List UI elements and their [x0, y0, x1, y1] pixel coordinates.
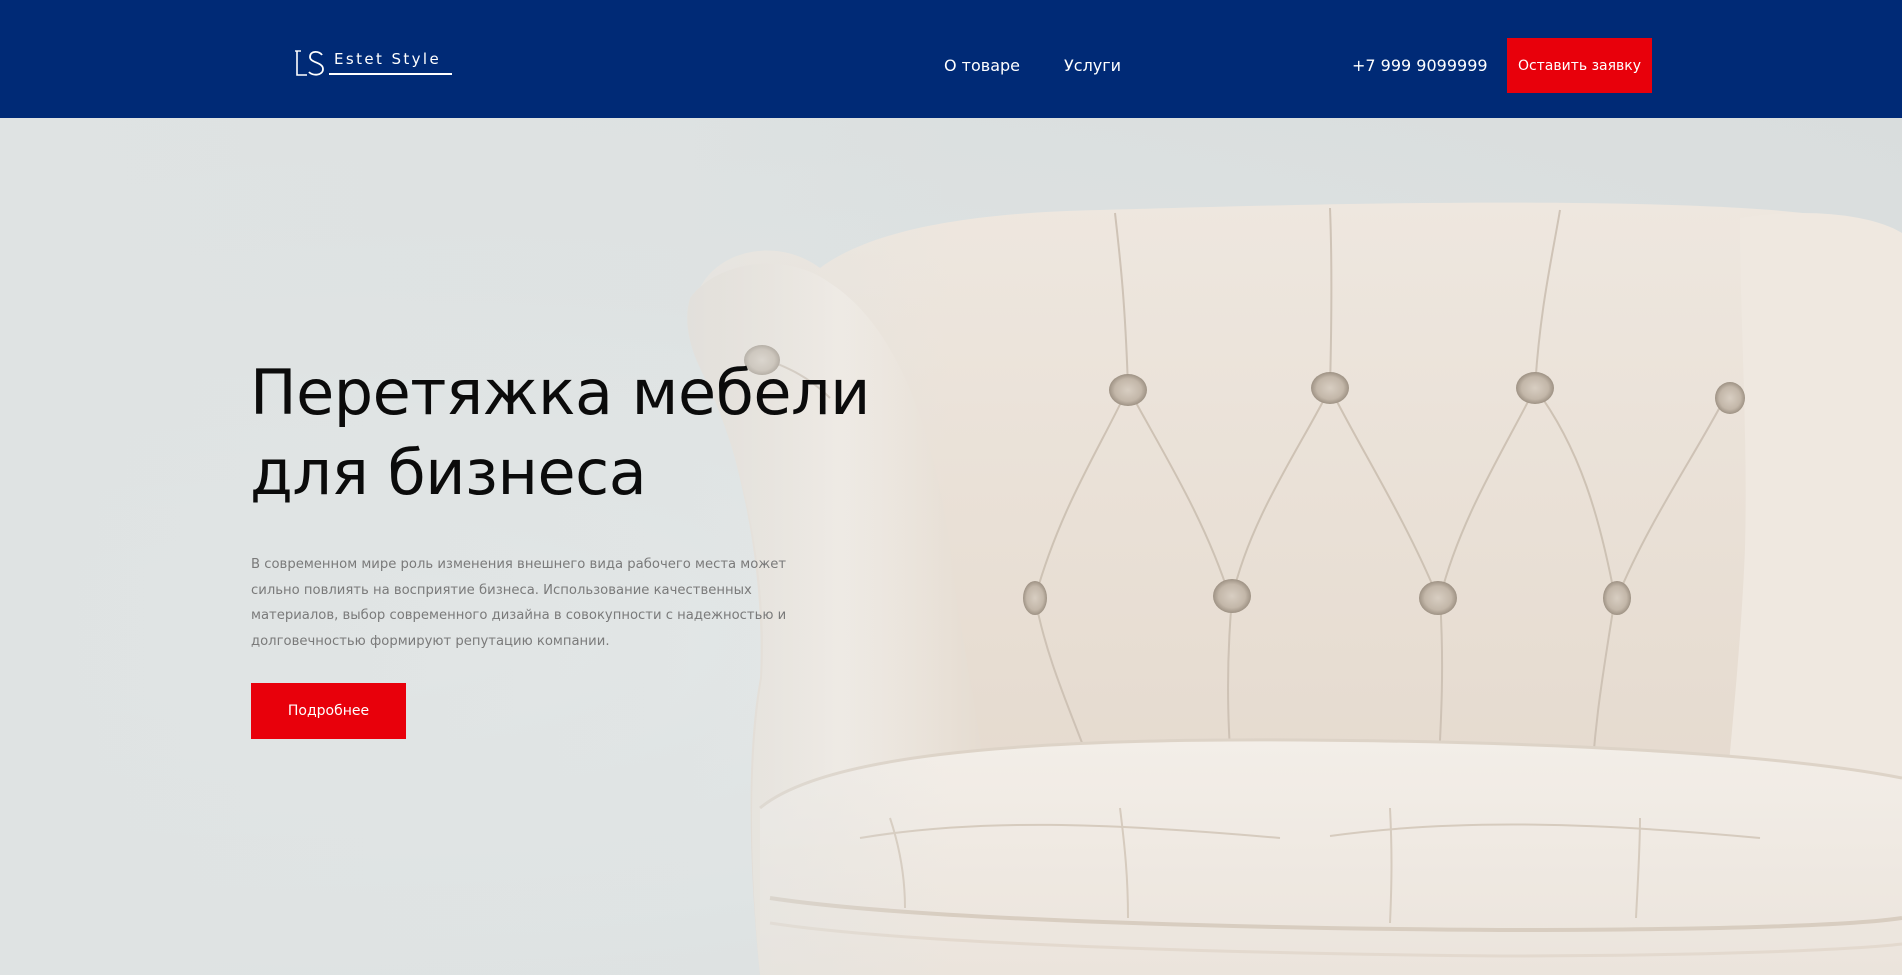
logo[interactable]: Estet Style: [295, 47, 458, 79]
hero-description: В современном мире роль изменения внешне…: [251, 552, 787, 654]
hero-title-line-1: Перетяжка мебели: [250, 356, 870, 429]
hero-title: Перетяжка мебели для бизнеса: [250, 353, 890, 513]
nav-link-services[interactable]: Услуги: [1064, 56, 1121, 75]
hero-description-line: сильно повлиять на восприятие бизнеса. И…: [251, 582, 752, 598]
hero-title-line-2: для бизнеса: [250, 436, 647, 509]
main-nav: О товаре Услуги: [944, 56, 1121, 75]
armchair-image: [0, 118, 1902, 975]
hero-section: Перетяжка мебели для бизнеса В современн…: [0, 118, 1902, 975]
hero-description-line: материалов, выбор современного дизайна в…: [251, 608, 787, 623]
hero-description-line: В современном мире роль изменения внешне…: [251, 557, 786, 572]
nav-link-about-product[interactable]: О товаре: [944, 56, 1020, 75]
es-monogram-icon: [295, 50, 324, 76]
request-button[interactable]: Оставить заявку: [1507, 38, 1652, 93]
hero-description-line: долговечностью формируют репутацию компа…: [251, 633, 610, 649]
phone-link[interactable]: +7 999 9099999: [1352, 56, 1488, 75]
more-button[interactable]: Подробнее: [251, 683, 406, 739]
brand-name: Estet Style: [334, 50, 442, 68]
logo-underline: [329, 73, 452, 75]
site-header: Estet Style О товаре Услуги +7 999 909999…: [0, 0, 1902, 118]
